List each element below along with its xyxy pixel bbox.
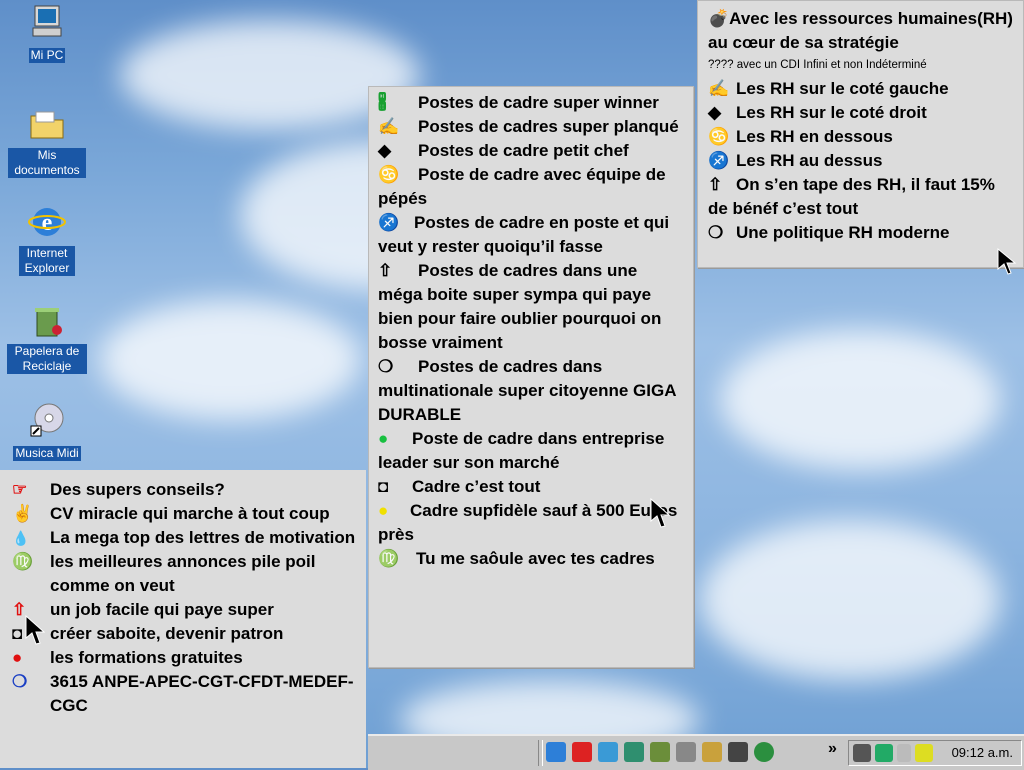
diamond-icon: ◆ [378, 141, 392, 160]
list-item: 💧 La mega top des lettres de motivation [0, 526, 366, 550]
desktop-icon-recycle-bin[interactable]: Papelera de Reciclaje [6, 300, 88, 375]
diamond-icon: ◆ [708, 103, 722, 122]
yellow-dot-icon: ● [378, 501, 389, 520]
recycle-bin-icon [27, 300, 67, 340]
panel-note: ???? avec un CDI Infini et non Indétermi… [708, 59, 927, 71]
internet-explorer-icon[interactable] [546, 742, 566, 762]
internet-explorer-icon: e [27, 202, 67, 242]
desktop-icon-label: Internet Explorer [19, 246, 75, 276]
pointing-hand-icon: 🖁 [378, 93, 387, 112]
virgo-symbol-icon: ♍ [378, 549, 400, 568]
list-item: ♍ Tu me saôule avec tes cadres [378, 547, 684, 571]
list-item: ♋ Poste de cadre avec équipe de pépés [378, 165, 666, 208]
cursor-arrow-icon [996, 247, 1020, 282]
writing-hand-icon: ✍ [708, 79, 730, 98]
desktop-icon-label: Mis documentos [8, 148, 86, 178]
battery-icon[interactable] [915, 744, 933, 762]
list-item: ❍ Une politique RH moderne [708, 221, 1013, 245]
cloud [720, 330, 1000, 470]
tools-icon[interactable] [676, 742, 696, 762]
bottom-left-list: ☞ Des supers conseils? ✌ CV miracle qui ma… [0, 470, 366, 768]
circle-icon: ❍ [378, 357, 394, 376]
up-arrow-icon: ⇧ [378, 261, 393, 280]
sagittarius-symbol-icon: ♐ [378, 213, 400, 232]
desktop-icon-label: Mi PC [28, 48, 66, 63]
channels-icon[interactable] [624, 742, 644, 762]
panel-title: 💣Avec les ressources humaines(RH) au cœu… [708, 9, 1013, 52]
list-item: ◆ Les RH sur le coté droit [708, 101, 1013, 125]
list-item: ❍ 3615 ANPE-APEC-CGT-CFDT-MEDEF-CGC [0, 670, 366, 718]
list-item: ✍ Postes de cadres super planqué [378, 115, 684, 139]
list-item: ◘ Cadre c’est tout [378, 475, 684, 499]
list-item: ♐ Postes de cadre en poste et qui veut y … [378, 213, 670, 256]
svg-text:e: e [42, 210, 53, 236]
desktop-icon-my-documents[interactable]: Mis documentos [6, 104, 88, 179]
desktop-icon-label: Papelera de Reciclaje [7, 344, 87, 374]
cd-icon [27, 400, 67, 440]
list-item: 🖁 Postes de cadre super winner [378, 91, 684, 115]
desktop-icon[interactable] [598, 742, 618, 762]
victory-hand-icon: ✌ [12, 504, 34, 523]
up-arrow-icon: ⇧ [708, 175, 723, 194]
center-panel: 🖁 Postes de cadre super winner ✍ Postes de… [368, 86, 694, 668]
square-icon: ◘ [378, 477, 389, 496]
cancer-symbol-icon: ♋ [708, 127, 730, 146]
list-item: ⇧ On s’en tape des RH, il faut 15% de bén… [708, 175, 995, 218]
list-item: ◆ Postes de cadre petit chef [378, 139, 684, 163]
globe-icon[interactable] [754, 742, 774, 762]
green-dot-icon: ● [378, 429, 389, 448]
sagittarius-symbol-icon: ♐ [708, 151, 730, 170]
list-item: ♍ les meilleures annonces pile poil comme… [0, 550, 366, 598]
circle-icon: ❍ [708, 223, 724, 242]
top-right-panel: 💣Avec les ressources humaines(RH) au cœu… [697, 0, 1024, 275]
explorer-icon[interactable] [702, 742, 722, 762]
circle-icon: ❍ [12, 672, 28, 691]
desktop-icon-my-pc[interactable]: Mi PC [6, 2, 88, 64]
cursor-arrow-icon [649, 497, 673, 536]
list-item: ◘ créer saboite, devenir patron [0, 622, 366, 646]
list-item: ☞ Des supers conseils? [0, 478, 366, 502]
desktop-icon-label: Musica Midi [13, 446, 81, 461]
chevron-icon[interactable]: » [828, 740, 837, 758]
writing-hand-icon: ✍ [378, 117, 400, 136]
virgo-symbol-icon: ♍ [12, 552, 34, 571]
desktop-icon-musica-midi[interactable]: Musica Midi [6, 400, 88, 462]
taskbar: » 09:12 a.m. [368, 734, 1024, 770]
list-item: ● les formations gratuites [0, 646, 366, 670]
list-item: ● Poste de cadre dans entreprise leader s… [378, 429, 665, 472]
cloud [100, 300, 360, 420]
network-status-icon[interactable] [875, 744, 893, 762]
folder-icon [27, 104, 67, 144]
pointing-finger-icon: ☞ [12, 480, 28, 499]
list-item: ● Cadre supfidèle sauf à 500 Euros près [378, 501, 678, 544]
list-item: ✌ CV miracle qui marche à tout coup [0, 502, 366, 526]
network-icon[interactable] [650, 742, 670, 762]
computer-icon [27, 2, 67, 42]
desktop-icon-internet-explorer[interactable]: e Internet Explorer [6, 202, 88, 277]
taskbar-separator [538, 740, 543, 766]
outlook-icon[interactable] [572, 742, 592, 762]
media-icon[interactable] [728, 742, 748, 762]
system-tray: 09:12 a.m. [848, 740, 1022, 766]
cursor-arrow-icon [24, 614, 48, 653]
monitor-icon[interactable] [853, 744, 871, 762]
list-item: ✍ Les RH sur le coté gauche [708, 77, 1013, 101]
list-item: ♐ Les RH au dessus [708, 149, 1013, 173]
list-item: ♋ Les RH en dessous [708, 125, 1013, 149]
bomb-icon: 💣 [708, 9, 730, 28]
drop-icon: 💧 [12, 530, 30, 546]
cancer-symbol-icon: ♋ [378, 165, 400, 184]
cloud [700, 520, 1000, 680]
list-item: ⇧ un job facile qui paye super [0, 598, 366, 622]
clock[interactable]: 09:12 a.m. [952, 745, 1013, 760]
list-item: ⇧ Postes de cadres dans une méga boite su… [378, 261, 662, 352]
list-item: ❍ Postes de cadres dans multinationale su… [378, 357, 676, 424]
volume-icon[interactable] [897, 744, 911, 762]
